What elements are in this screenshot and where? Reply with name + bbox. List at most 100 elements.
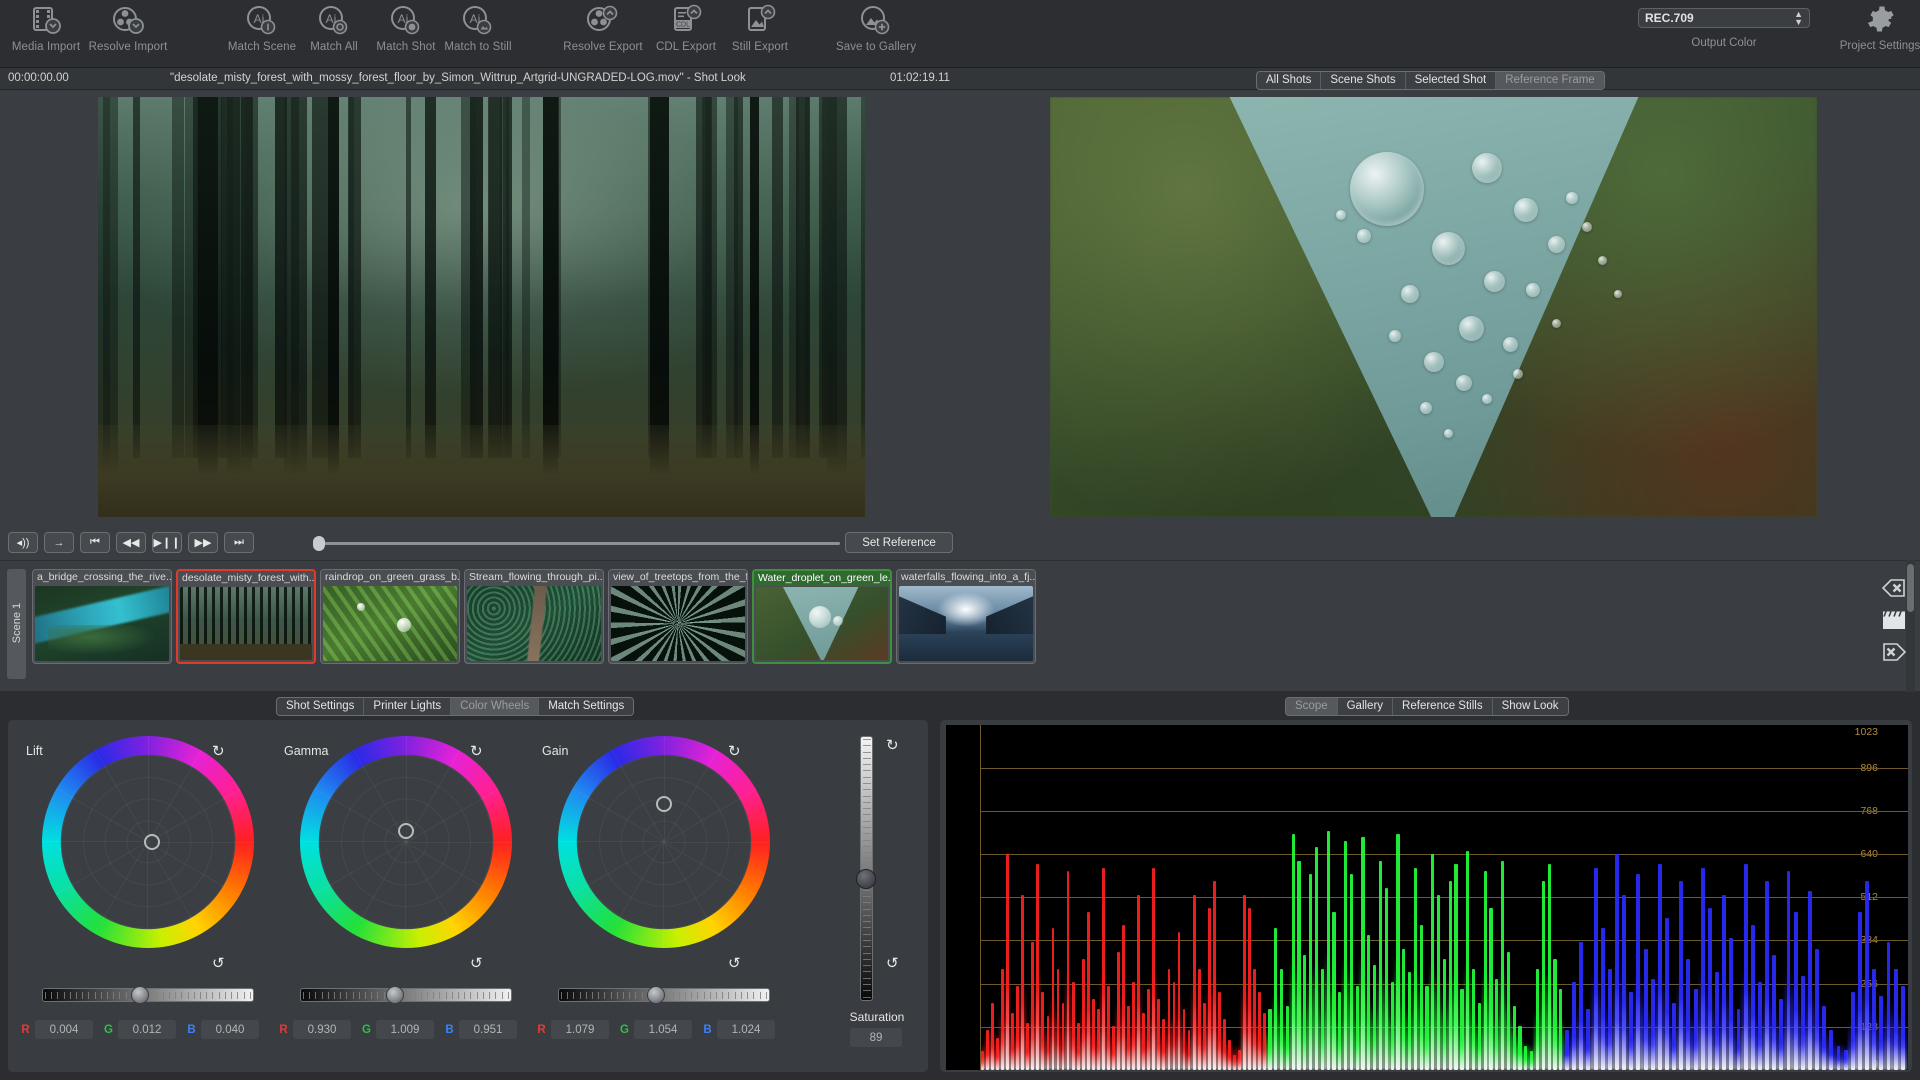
saturation-value[interactable]: 89: [850, 1028, 902, 1047]
reference-viewer[interactable]: [1050, 97, 1817, 517]
timecode-in: 00:00:00.00: [8, 72, 69, 84]
wheel-rgb-values: R 0.004 G 0.012 B 0.040: [20, 1020, 259, 1039]
tab-show-look[interactable]: Show Look: [1493, 698, 1568, 715]
color-wheel-lift: Lift ↻ ↺ R 0.004 G 0.012 B 0.040: [20, 732, 270, 1039]
wheel-master-slider-knob[interactable]: [386, 986, 405, 1004]
tab-match-settings[interactable]: Match Settings: [539, 698, 633, 715]
output-color-value: REC.709: [1645, 11, 1694, 25]
tab-printer-lights[interactable]: Printer Lights: [364, 698, 452, 715]
source-viewer[interactable]: [98, 97, 865, 517]
wheel-hue-ring[interactable]: [558, 736, 770, 948]
filmstrip-thumbnail[interactable]: raindrop_on_green_grass_b...: [320, 569, 460, 664]
filmstrip-thumbnail[interactable]: a_bridge_crossing_the_rive...: [32, 569, 172, 664]
wheel-master-slider[interactable]: [42, 986, 254, 1004]
thumbnail-image: [899, 586, 1033, 661]
toolbar-button-save-to-gallery[interactable]: Save to Gallery: [830, 2, 922, 53]
green-value[interactable]: 1.009: [376, 1020, 434, 1039]
go-to-end-button[interactable]: ⏭: [224, 532, 254, 553]
wheel-control-point[interactable]: [398, 823, 414, 840]
toolbar-label: Resolve Import: [88, 41, 168, 53]
tab-color-wheels[interactable]: Color Wheels: [451, 698, 540, 715]
wheel-reset-all-icon[interactable]: ↻: [212, 742, 225, 760]
set-reference-button[interactable]: Set Reference: [845, 532, 953, 553]
play-pause-button[interactable]: ▶❙❙: [152, 532, 182, 553]
transport-bar: ◂)) → ⏮ ◀◀ ▶❙❙ ▶▶ ⏭ Set Reference: [0, 528, 1920, 560]
tab-scope[interactable]: Scope: [1286, 698, 1338, 715]
remove-shot-right-button[interactable]: [1880, 640, 1908, 664]
wheel-hue-ring[interactable]: [42, 736, 254, 948]
clapperboard-button[interactable]: [1880, 608, 1908, 632]
blue-value[interactable]: 0.951: [459, 1020, 517, 1039]
red-value[interactable]: 0.930: [293, 1020, 351, 1039]
go-to-start-button[interactable]: ⏮: [80, 532, 110, 553]
wheel-reset-icon[interactable]: ↺: [728, 954, 741, 972]
project-settings-button[interactable]: Project Settings: [1840, 4, 1920, 52]
step-forward-button[interactable]: →: [44, 532, 74, 553]
tab-reference-stills[interactable]: Reference Stills: [1393, 698, 1493, 715]
wheel-master-slider-knob[interactable]: [130, 986, 149, 1004]
saturation-reset-icon[interactable]: ↺: [886, 954, 899, 972]
toolbar-button-resolve-import[interactable]: Resolve Import: [82, 2, 174, 53]
wheel-reset-all-icon[interactable]: ↻: [728, 742, 741, 760]
toolbar-button-resolve-export[interactable]: Resolve Export: [557, 2, 649, 53]
output-color-select[interactable]: REC.709 ▲ ▼: [1638, 8, 1810, 28]
scene-label[interactable]: Scene 1: [7, 569, 26, 679]
green-value[interactable]: 1.054: [634, 1020, 692, 1039]
wheel-control-point[interactable]: [656, 795, 672, 812]
filmstrip-thumbnail[interactable]: desolate_misty_forest_with...: [176, 569, 316, 664]
wheel-reset-icon[interactable]: ↺: [212, 954, 225, 972]
water-droplet: [1459, 315, 1485, 341]
left-panel-tabs[interactable]: Shot Settings Printer Lights Color Wheels M…: [276, 697, 635, 716]
fast-forward-button[interactable]: ▶▶: [188, 532, 218, 553]
filmstrip-thumbnail[interactable]: view_of_treetops_from_the_f...: [608, 569, 748, 664]
tab-gallery[interactable]: Gallery: [1338, 698, 1394, 715]
blue-value[interactable]: 0.040: [201, 1020, 259, 1039]
wheel-reset-icon[interactable]: ↺: [470, 954, 483, 972]
wheel-hue-ring[interactable]: [300, 736, 512, 948]
green-value[interactable]: 0.012: [118, 1020, 176, 1039]
shot-filter-segmented-control[interactable]: All Shots Scene Shots Selected Shot Referen…: [1256, 71, 1605, 90]
timecode-out: 01:02:19.11: [890, 72, 950, 84]
saturation-slider-knob[interactable]: [856, 869, 876, 889]
tab-shot-settings[interactable]: Shot Settings: [277, 698, 365, 715]
saturation-control: ↻ ↺ Saturation 89: [836, 732, 916, 1047]
shot-filter-reference-frame[interactable]: Reference Frame: [1496, 72, 1604, 89]
toolbar-label: Match Scene: [227, 41, 297, 53]
shot-filter-all-shots[interactable]: All Shots: [1257, 72, 1322, 89]
rewind-button[interactable]: ◀◀: [116, 532, 146, 553]
shot-filter-scene-shots[interactable]: Scene Shots: [1321, 72, 1406, 89]
audio-mute-button[interactable]: ◂)): [8, 532, 38, 553]
red-label: R: [537, 1023, 546, 1036]
remove-shot-left-button[interactable]: [1880, 576, 1908, 600]
wheel-reset-all-icon[interactable]: ↻: [470, 742, 483, 760]
cdl-export-icon: CDL: [669, 2, 703, 38]
ai-match-to-still-icon: Ai: [461, 2, 495, 38]
toolbar-button-still-export[interactable]: Still Export: [714, 2, 806, 53]
wheel-master-slider-knob[interactable]: [646, 986, 665, 1004]
output-color-control: REC.709 ▲ ▼ Output Color: [1638, 8, 1810, 49]
wheel-control-point[interactable]: [144, 834, 161, 850]
red-value[interactable]: 0.004: [35, 1020, 93, 1039]
filmstrip-thumbnail[interactable]: Water_droplet_on_green_le...: [752, 569, 892, 664]
toolbar-label: Match Shot: [376, 41, 436, 53]
wheel-rgb-values: R 1.079 G 1.054 B 1.024: [536, 1020, 775, 1039]
water-droplet: [1357, 228, 1372, 243]
right-panel-tabs[interactable]: Scope Gallery Reference Stills Show Look: [1285, 697, 1569, 716]
toolbar-button-match-to-still[interactable]: Ai Match to Still: [432, 2, 524, 53]
rgb-parade-scope[interactable]: 01282563845126407688961023: [946, 725, 1908, 1070]
toolbar-button-media-import[interactable]: Media Import: [0, 2, 92, 53]
blue-value[interactable]: 1.024: [717, 1020, 775, 1039]
filmstrip-thumbnail[interactable]: Stream_flowing_through_pi...: [464, 569, 604, 664]
wheel-master-slider[interactable]: [300, 986, 512, 1004]
thumbnail-image: [611, 586, 745, 661]
red-value[interactable]: 1.079: [551, 1020, 609, 1039]
thumbnail-label: a_bridge_crossing_the_rive...: [33, 570, 171, 585]
filmstrip-thumbnail[interactable]: waterfalls_flowing_into_a_fj...: [896, 569, 1036, 664]
shot-filter-selected-shot[interactable]: Selected Shot: [1406, 72, 1497, 89]
still-export-icon: [743, 2, 777, 38]
wheel-master-slider[interactable]: [558, 986, 770, 1004]
scrub-track[interactable]: [320, 542, 840, 545]
scrub-knob[interactable]: [313, 536, 325, 551]
water-droplet: [1502, 337, 1518, 353]
saturation-reset-all-icon[interactable]: ↻: [886, 736, 899, 754]
